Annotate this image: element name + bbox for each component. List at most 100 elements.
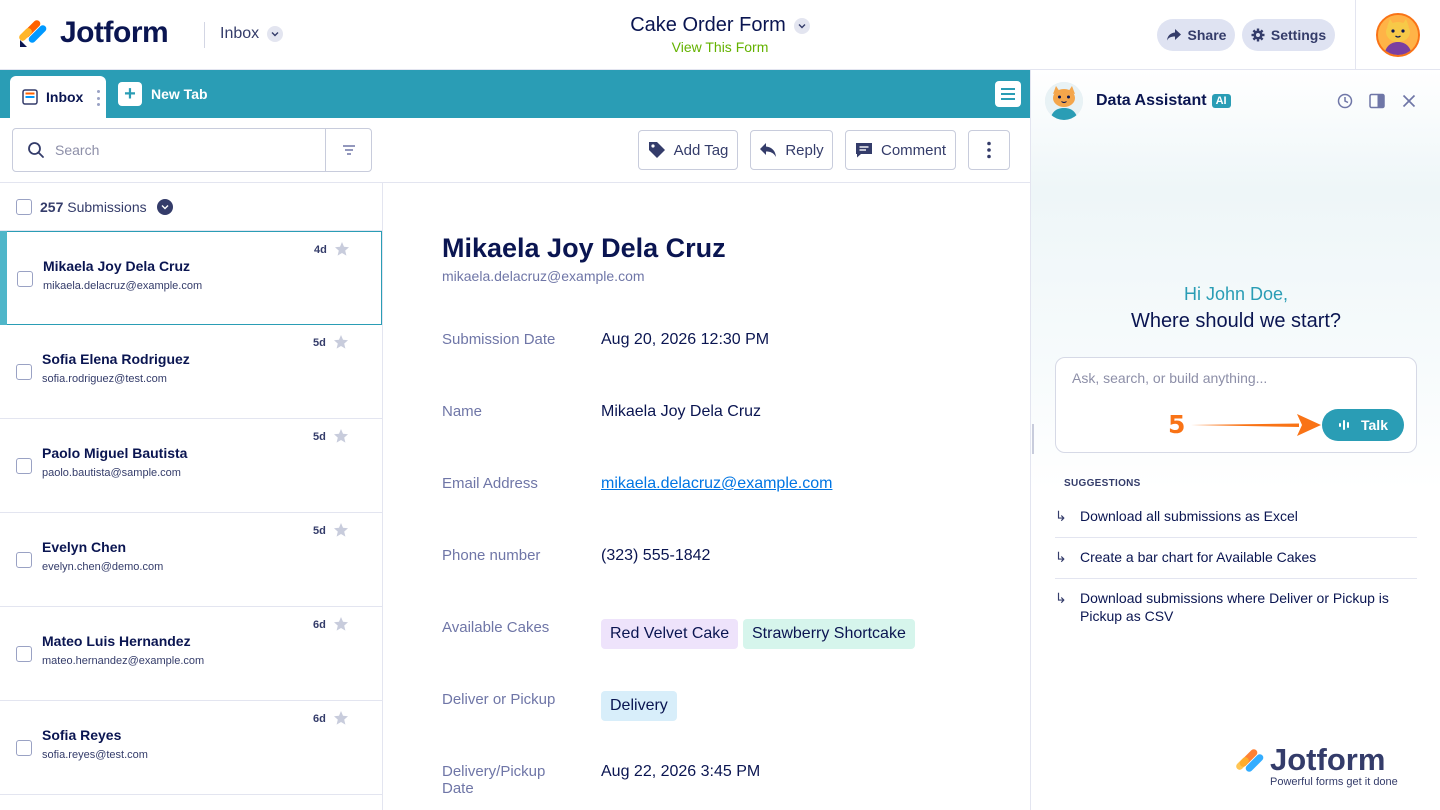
row-checkbox[interactable] — [17, 271, 33, 287]
submission-row[interactable]: Sofia Elena Rodriguez sofia.rodriguez@tes… — [0, 325, 382, 419]
comment-label: Comment — [880, 141, 947, 159]
email-link[interactable]: mikaela.delacruz@example.com — [601, 475, 832, 493]
form-title-dropdown[interactable]: Cake Order Form — [630, 14, 810, 37]
more-options-button[interactable] — [968, 130, 1010, 170]
user-avatar[interactable] — [1376, 13, 1420, 57]
ai-badge: AI — [1211, 94, 1231, 108]
row-age: 5d — [313, 337, 326, 349]
new-tab-label: New Tab — [151, 86, 208, 102]
add-tag-button[interactable]: Add Tag — [638, 130, 738, 170]
inbox-dropdown[interactable]: Inbox — [220, 25, 284, 43]
panel-layout-icon[interactable] — [1368, 92, 1386, 110]
row-checkbox[interactable] — [16, 740, 32, 756]
row-name: Evelyn Chen — [42, 539, 127, 555]
row-name: Mikaela Joy Dela Cruz — [43, 258, 191, 274]
suggestion-divider — [1055, 537, 1417, 538]
highlight-arrow-icon — [1191, 414, 1321, 436]
row-name: Sofia Elena Rodriguez — [42, 351, 190, 367]
submission-detail: Mikaela Joy Dela Cruz mikaela.delacruz@e… — [384, 183, 1030, 810]
assistant-prompt-input[interactable] — [1072, 370, 1372, 386]
talk-label: Talk — [1361, 417, 1388, 433]
close-icon[interactable] — [1400, 92, 1418, 110]
share-icon — [1166, 29, 1181, 41]
search-input[interactable] — [55, 142, 305, 158]
submission-row[interactable]: Sofia Reyes sofia.reyes@test.com 6d — [0, 701, 382, 795]
tab-options-icon[interactable] — [96, 90, 100, 106]
row-checkbox[interactable] — [16, 458, 32, 474]
row-email: sofia.reyes@test.com — [42, 749, 148, 761]
phone-value: (323) 555-1842 — [601, 547, 711, 564]
settings-label: Settings — [1270, 27, 1327, 43]
share-button[interactable]: Share — [1157, 19, 1235, 51]
submission-row[interactable]: Paolo Miguel Bautista paolo.bautista@samp… — [0, 419, 382, 513]
logo-text: Jotform — [60, 16, 169, 49]
submission-row[interactable]: Evelyn Chen evelyn.chen@demo.com 5d — [0, 513, 382, 607]
row-checkbox[interactable] — [16, 646, 32, 662]
suggestion-item[interactable]: ↳ Download all submissions as Excel — [1055, 507, 1417, 525]
row-age: 6d — [313, 713, 326, 725]
jotform-watermark: Jotform Powerful forms get it done — [1235, 742, 1410, 790]
suggestion-text: Download submissions where Deliver or Pi… — [1080, 590, 1389, 624]
row-name: Paolo Miguel Bautista — [42, 445, 188, 461]
delivery-tag: Delivery — [601, 691, 677, 721]
plus-icon: + — [118, 82, 142, 106]
row-checkbox[interactable] — [16, 552, 32, 568]
share-label: Share — [1187, 27, 1227, 43]
suggestion-item[interactable]: ↳ Create a bar chart for Available Cakes — [1055, 548, 1417, 566]
suggestion-item[interactable]: ↳ Download submissions where Deliver or … — [1055, 589, 1417, 625]
search-icon — [28, 142, 44, 158]
cat-avatar-icon — [1378, 15, 1418, 55]
reply-label: Reply — [785, 141, 824, 159]
inbox-dropdown-label: Inbox — [220, 25, 260, 42]
select-all-checkbox[interactable] — [16, 198, 32, 215]
delivery-date-value: Aug 22, 2026 3:45 PM — [601, 763, 761, 780]
suggestion-text: Download all submissions as Excel — [1080, 508, 1298, 524]
suggestion-divider — [1055, 578, 1417, 579]
deliver-label: Deliver or Pickup — [442, 691, 556, 708]
row-age: 5d — [313, 431, 326, 443]
history-icon[interactable] — [1336, 92, 1354, 110]
jotform-watermark-icon — [1236, 749, 1264, 772]
submission-date-label: Submission Date — [442, 331, 556, 348]
star-icon[interactable] — [334, 241, 350, 257]
star-icon[interactable] — [333, 616, 349, 632]
row-email: sofia.rodriguez@test.com — [42, 373, 167, 385]
detail-name: Mikaela Joy Dela Cruz — [442, 233, 726, 263]
reply-icon — [760, 143, 777, 157]
return-arrow-icon: ↳ — [1055, 508, 1067, 524]
submission-row[interactable]: Mateo Luis Hernandez mateo.hernandez@exam… — [0, 607, 382, 701]
new-tab-button[interactable]: + New Tab — [118, 82, 208, 106]
settings-button[interactable]: Settings — [1242, 19, 1335, 51]
chevron-down-icon — [793, 17, 810, 34]
talk-button[interactable]: Talk — [1322, 409, 1404, 441]
jotform-logo[interactable]: Jotform — [18, 16, 169, 50]
star-icon[interactable] — [333, 428, 349, 444]
submission-row[interactable]: Mikaela Joy Dela Cruz mikaela.delacruz@ex… — [0, 231, 382, 325]
row-age: 5d — [313, 525, 326, 537]
assistant-title-text: Data Assistant — [1096, 92, 1207, 109]
star-icon[interactable] — [333, 522, 349, 538]
list-view-menu-button[interactable] — [995, 81, 1021, 107]
phone-label: Phone number — [442, 547, 541, 564]
email-label: Email Address — [442, 475, 538, 492]
reply-button[interactable]: Reply — [750, 130, 833, 170]
submission-count-label: Submissions — [67, 198, 147, 215]
filter-button[interactable] — [325, 129, 371, 171]
view-form-link[interactable]: View This Form — [560, 39, 880, 55]
filter-icon — [342, 145, 355, 155]
comment-button[interactable]: Comment — [845, 130, 956, 170]
row-age: 6d — [313, 619, 326, 631]
submission-list: 257 Submissions Mikaela Joy Dela Cruz mik… — [0, 183, 383, 810]
panel-resize-handle[interactable] — [1032, 424, 1034, 454]
star-icon[interactable] — [333, 710, 349, 726]
tab-inbox[interactable]: Inbox — [10, 76, 106, 118]
row-name: Sofia Reyes — [42, 727, 122, 743]
top-header: Jotform Inbox Cake Order Form View This … — [0, 0, 1440, 70]
assistant-avatar — [1045, 82, 1083, 120]
tab-inbox-label: Inbox — [46, 89, 84, 105]
chevron-down-icon[interactable] — [156, 198, 173, 215]
row-checkbox[interactable] — [16, 364, 32, 380]
star-icon[interactable] — [333, 334, 349, 350]
header-divider — [204, 22, 205, 48]
suggestion-text: Create a bar chart for Available Cakes — [1080, 549, 1317, 565]
